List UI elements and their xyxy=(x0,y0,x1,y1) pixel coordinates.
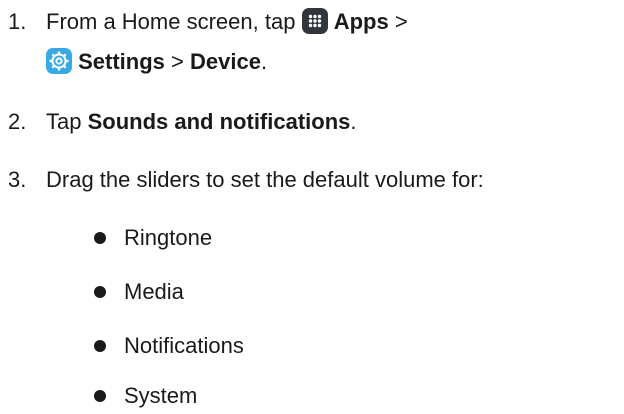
apps-grid-icon xyxy=(301,8,328,34)
step-end: . xyxy=(260,49,268,74)
step-number: 2. xyxy=(8,109,27,134)
step-number: 1. xyxy=(8,9,27,34)
bullet-label: System xyxy=(124,383,198,408)
bullet-dot xyxy=(94,340,106,352)
step-2: 2. Tap Sounds and notifications. xyxy=(0,106,624,138)
step-1: 1. From a Home screen, tap Apps > xyxy=(0,6,624,38)
step-text-prefix: From a Home screen, tap xyxy=(46,9,296,34)
step-1-continued: Settings > Device. xyxy=(46,46,267,78)
list-item: Media xyxy=(94,276,394,308)
settings-gear-icon xyxy=(46,48,72,74)
step-text: Drag the sliders to set the default volu… xyxy=(46,167,484,192)
step-end: . xyxy=(350,109,357,134)
bullet-dot xyxy=(94,232,106,244)
bullet-dot xyxy=(94,390,106,402)
list-item: System xyxy=(94,380,394,412)
step-text-prefix: Tap xyxy=(46,109,82,134)
bullet-label: Ringtone xyxy=(124,225,213,250)
sounds-notifications-label: Sounds and notifications xyxy=(87,109,351,134)
step-3: 3. Drag the sliders to set the default v… xyxy=(0,164,624,196)
settings-label: Settings xyxy=(78,49,165,74)
separator: > xyxy=(171,49,184,74)
step-text: Tap Sounds and notifications. xyxy=(46,106,357,138)
list-item: Ringtone xyxy=(94,222,394,254)
list-item: Notifications xyxy=(94,330,394,362)
separator: > xyxy=(394,9,408,34)
bullet-label: Notifications xyxy=(124,333,244,358)
bullet-dot xyxy=(94,286,106,298)
step-number: 3. xyxy=(8,167,27,192)
step-text: From a Home screen, tap Apps > xyxy=(46,6,408,38)
device-label: Device xyxy=(190,49,261,74)
bullet-label: Media xyxy=(124,279,184,304)
apps-label: Apps xyxy=(333,9,389,34)
